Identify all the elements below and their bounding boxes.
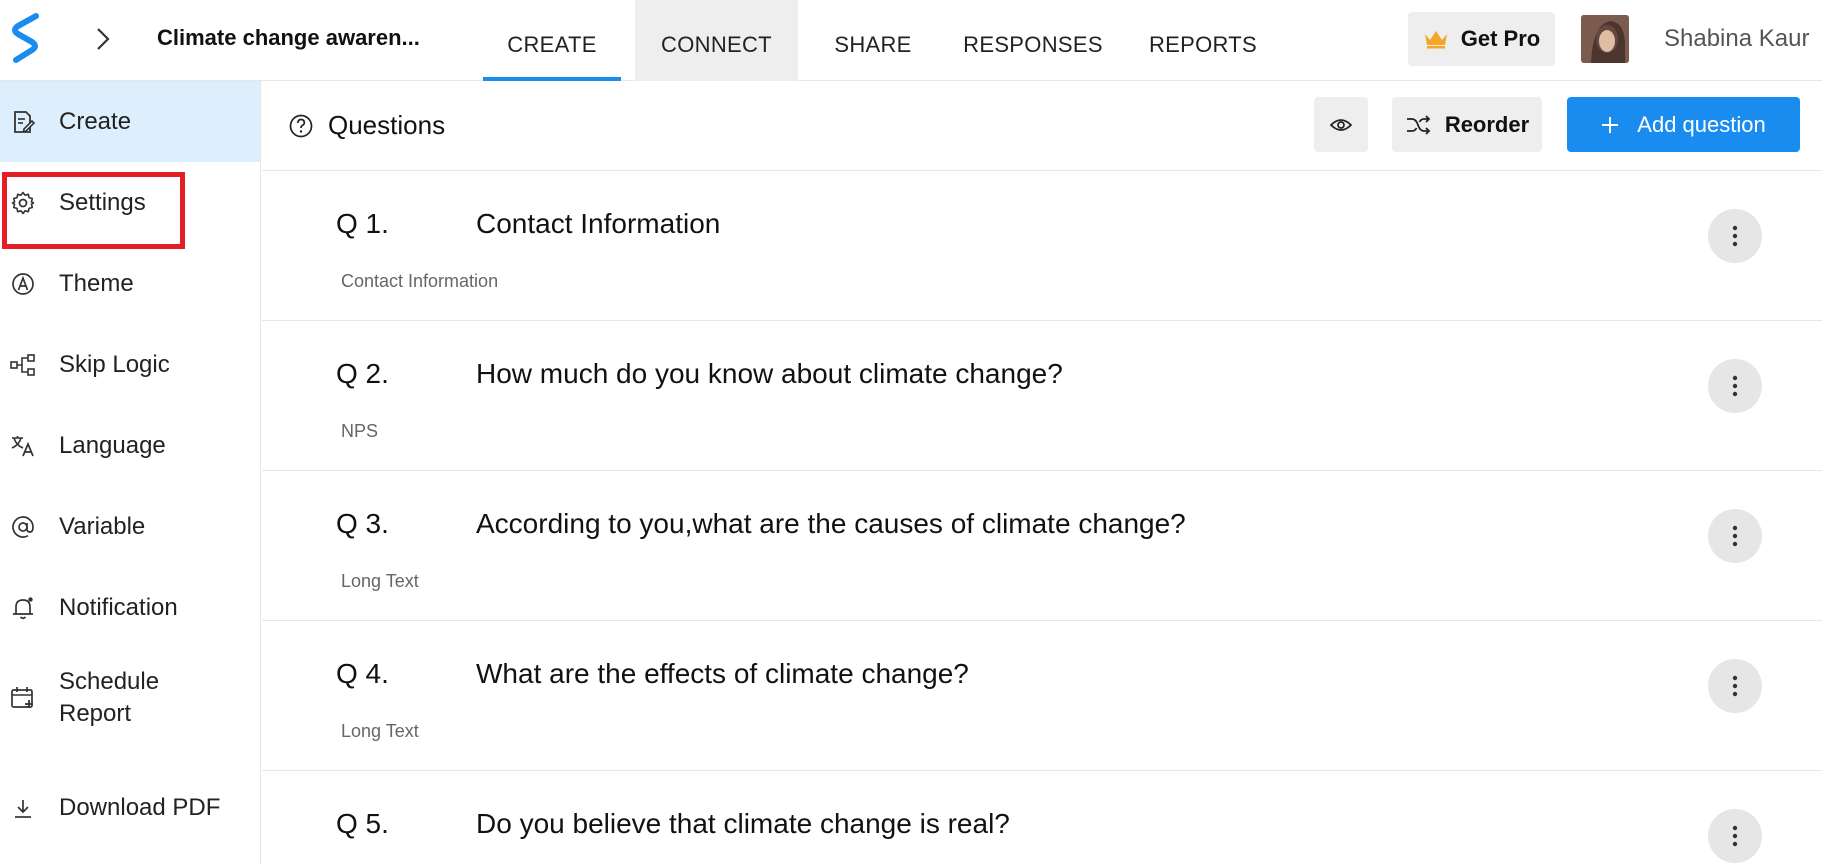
question-text: Contact Information bbox=[476, 208, 721, 239]
language-icon bbox=[11, 435, 34, 456]
sidebar-item-variable[interactable]: Variable bbox=[0, 486, 260, 567]
sidebar-item-label: Notification bbox=[59, 593, 178, 621]
tab-reports[interactable]: REPORTS bbox=[1118, 0, 1288, 81]
sidebar-item-label: Create bbox=[59, 107, 132, 135]
question-row[interactable]: Q 1. Contact Information Contact Informa… bbox=[262, 171, 1822, 321]
question-text: According to you,what are the causes of … bbox=[476, 508, 1186, 539]
reorder-button[interactable]: Reorder bbox=[1392, 97, 1542, 152]
reorder-label: Reorder bbox=[1444, 111, 1530, 137]
question-number: Q 1. bbox=[336, 208, 389, 239]
calendar-add-icon bbox=[11, 687, 33, 708]
tab-connect-label: CONNECT bbox=[661, 31, 772, 57]
add-question-button[interactable]: Add question bbox=[1567, 97, 1800, 152]
question-number: Q 2. bbox=[336, 358, 389, 389]
more-vertical-icon bbox=[1732, 675, 1738, 697]
preview-button[interactable] bbox=[1314, 97, 1368, 152]
avatar[interactable] bbox=[1581, 15, 1629, 63]
sidebar-item-label: Theme bbox=[59, 269, 134, 297]
tab-create-label: CREATE bbox=[507, 31, 597, 57]
create-form-icon bbox=[14, 110, 36, 133]
page-title: Questions bbox=[328, 110, 446, 140]
sidebar-item-notification[interactable]: Notification bbox=[0, 567, 260, 648]
question-menu-button[interactable] bbox=[1708, 809, 1762, 863]
question-row[interactable]: Q 2. How much do you know about climate … bbox=[262, 321, 1822, 471]
question-text: Do you believe that climate change is re… bbox=[476, 808, 1010, 839]
tab-connect[interactable]: CONNECT bbox=[635, 0, 798, 81]
question-circle-icon bbox=[289, 114, 313, 138]
crown-icon bbox=[1424, 31, 1447, 49]
tab-create[interactable]: CREATE bbox=[483, 0, 621, 81]
question-text: What are the effects of climate change? bbox=[476, 658, 969, 689]
bell-icon bbox=[13, 596, 33, 619]
tab-share-label: SHARE bbox=[834, 31, 912, 57]
sidebar: Create Settings Theme Skip Logic Languag… bbox=[0, 81, 261, 864]
question-number: Q 5. bbox=[336, 808, 389, 839]
question-number: Q 3. bbox=[336, 508, 389, 539]
more-vertical-icon bbox=[1732, 525, 1738, 547]
avatar-photo bbox=[1581, 15, 1629, 63]
sidebar-item-label: Skip Logic bbox=[59, 350, 170, 378]
question-menu-button[interactable] bbox=[1708, 209, 1762, 263]
tab-responses-label: RESPONSES bbox=[963, 31, 1103, 57]
sidebar-item-label: Settings bbox=[59, 188, 146, 216]
plus-icon bbox=[1602, 116, 1619, 133]
sidebar-item-skip-logic[interactable]: Skip Logic bbox=[0, 324, 260, 405]
at-sign-icon bbox=[12, 515, 34, 538]
more-vertical-icon bbox=[1732, 375, 1738, 397]
sidebar-item-create[interactable]: Create bbox=[0, 81, 260, 162]
question-row[interactable]: Q 4. What are the effects of climate cha… bbox=[262, 621, 1822, 771]
get-pro-button[interactable]: Get Pro bbox=[1408, 12, 1555, 66]
question-menu-button[interactable] bbox=[1708, 359, 1762, 413]
sidebar-item-label-line1: Schedule bbox=[59, 668, 160, 695]
sidebar-item-language[interactable]: Language bbox=[0, 405, 260, 486]
app-logo-icon[interactable] bbox=[10, 12, 42, 64]
question-row[interactable]: Q 3. According to you,what are the cause… bbox=[262, 471, 1822, 621]
tab-share[interactable]: SHARE bbox=[798, 0, 948, 81]
more-vertical-icon bbox=[1732, 225, 1738, 247]
question-row[interactable]: Q 5. Do you believe that climate change … bbox=[262, 771, 1822, 864]
sidebar-item-settings[interactable]: Settings bbox=[0, 162, 260, 243]
shuffle-icon bbox=[1406, 114, 1431, 135]
get-pro-label: Get Pro bbox=[1460, 26, 1541, 51]
user-name[interactable]: Shabina Kaur bbox=[1664, 25, 1809, 53]
download-icon bbox=[15, 799, 31, 818]
top-bar: Climate change awaren... CREATE CONNECT … bbox=[0, 0, 1822, 81]
question-type: Long Text bbox=[341, 721, 419, 741]
sidebar-item-label: Download PDF bbox=[59, 793, 221, 821]
question-number: Q 4. bbox=[336, 658, 389, 689]
question-menu-button[interactable] bbox=[1708, 509, 1762, 563]
sidebar-item-label: Schedule Report bbox=[59, 666, 159, 730]
questions-header: Questions Reorder Add question bbox=[262, 81, 1822, 171]
question-text: How much do you know about climate chang… bbox=[476, 358, 1063, 389]
chevron-right-icon[interactable] bbox=[92, 24, 114, 54]
sidebar-item-theme[interactable]: Theme bbox=[0, 243, 260, 324]
sidebar-item-schedule-report[interactable]: Schedule Report bbox=[0, 648, 260, 748]
theme-icon bbox=[12, 272, 34, 295]
question-menu-button[interactable] bbox=[1708, 659, 1762, 713]
question-type: Contact Information bbox=[341, 271, 499, 291]
survey-title[interactable]: Climate change awaren... bbox=[157, 25, 420, 51]
tab-responses[interactable]: RESPONSES bbox=[948, 0, 1118, 81]
eye-icon bbox=[1329, 118, 1353, 131]
top-tabs: CREATE CONNECT SHARE RESPONSES REPORTS bbox=[483, 0, 1288, 81]
sidebar-item-label: Variable bbox=[59, 512, 146, 540]
gear-icon bbox=[11, 191, 35, 214]
more-vertical-icon bbox=[1732, 825, 1738, 847]
tab-reports-label: REPORTS bbox=[1148, 31, 1258, 57]
add-question-label: Add question bbox=[1637, 111, 1766, 137]
question-type: NPS bbox=[341, 421, 379, 441]
sidebar-item-label-line2: Report bbox=[59, 700, 132, 727]
sidebar-item-download-pdf[interactable]: Download PDF bbox=[0, 767, 260, 848]
question-type: Long Text bbox=[341, 571, 419, 591]
skip-logic-icon bbox=[10, 353, 35, 376]
sidebar-item-label: Language bbox=[59, 431, 166, 459]
